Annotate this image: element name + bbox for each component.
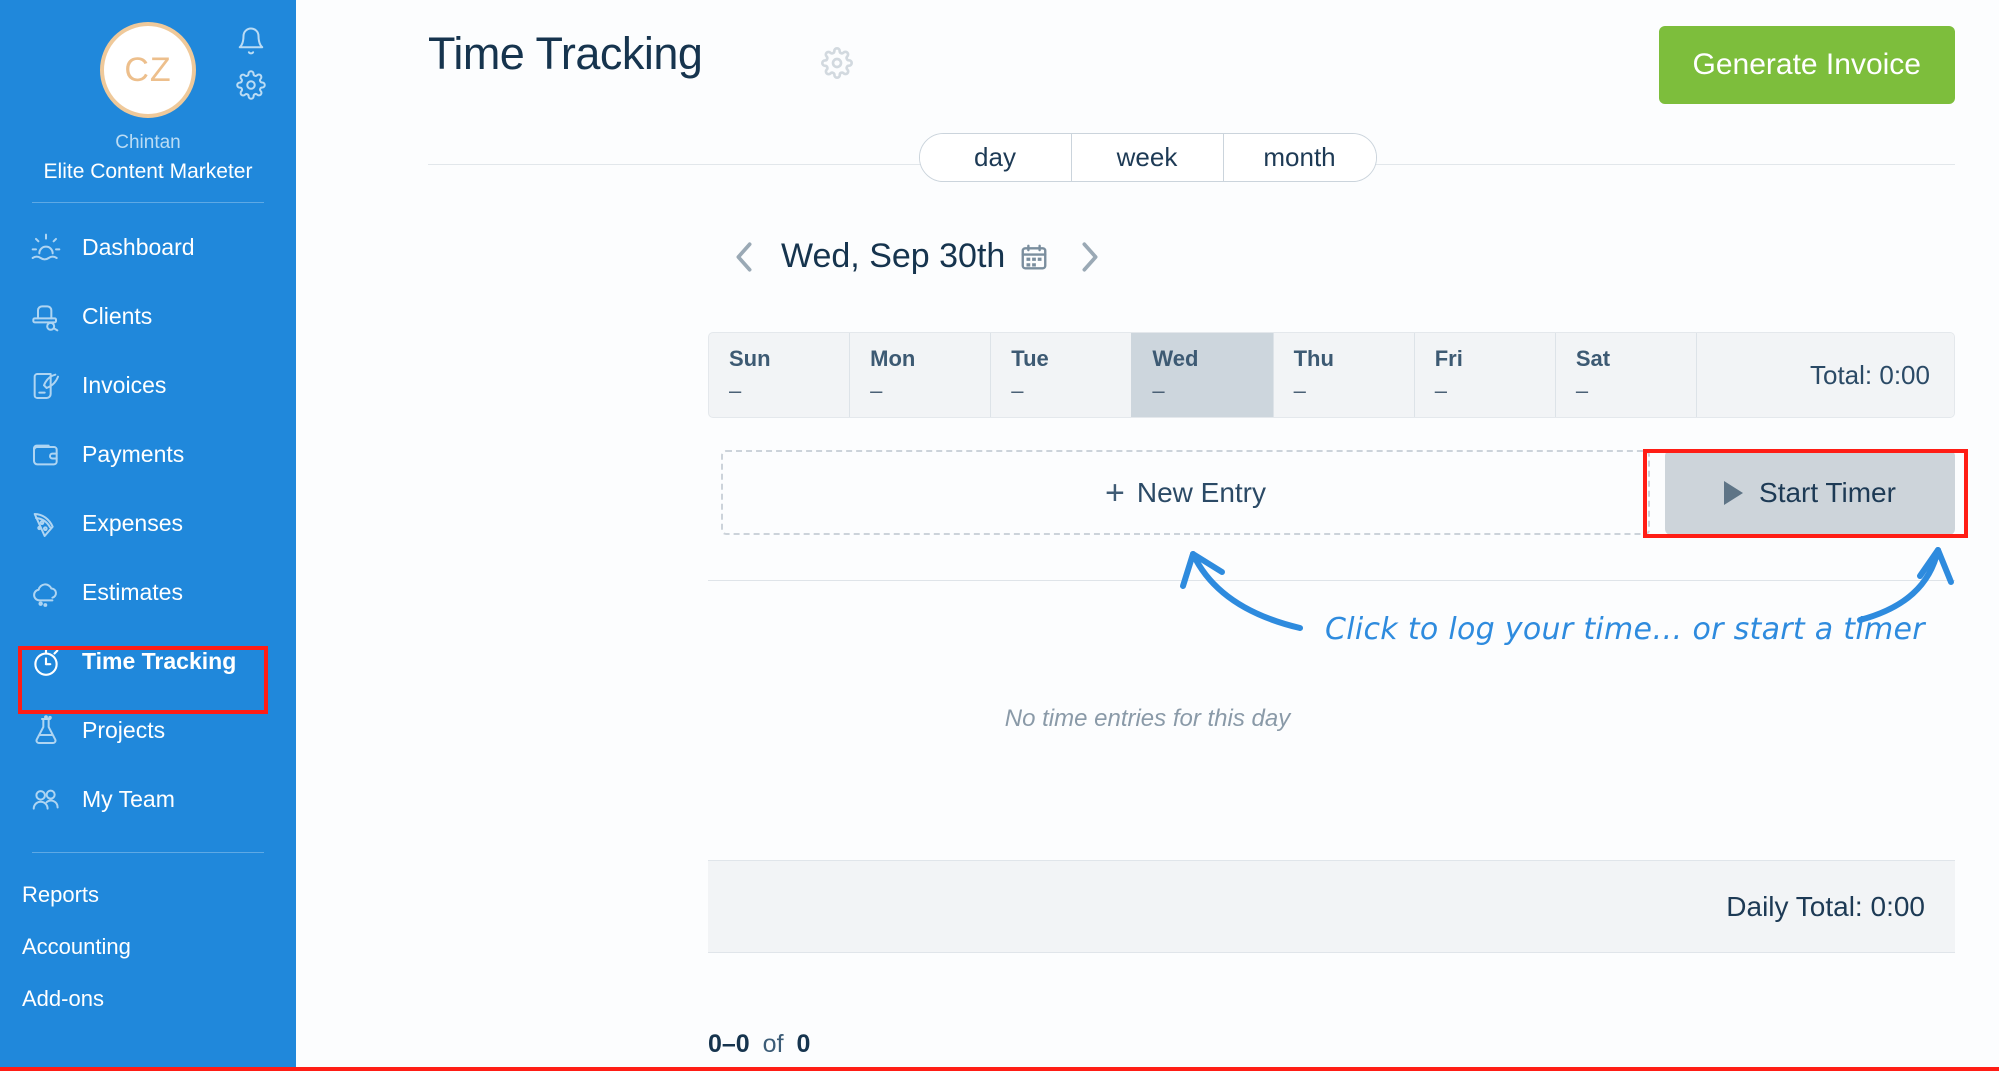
settings-gear-icon[interactable] (236, 70, 266, 100)
week-day-cell[interactable]: Sat – (1554, 333, 1696, 417)
new-entry-label: New Entry (1136, 476, 1266, 508)
wallet-icon (20, 439, 72, 471)
current-date-label: Wed, Sep 30th (781, 237, 1006, 275)
sidebar-item-invoices[interactable]: Invoices (0, 351, 296, 420)
quill-scroll-icon (20, 370, 72, 402)
cloud-icon (20, 577, 72, 609)
week-day-name: Sun (729, 346, 771, 371)
avatar[interactable]: CZ (100, 22, 196, 118)
next-day-button[interactable] (1067, 240, 1113, 274)
week-day-value: – (1152, 378, 1165, 403)
sunrise-icon (20, 232, 72, 264)
sidebar-item-label: Clients (82, 303, 153, 329)
sidebar-nav: Dashboard Clients Invoices Payments Expe… (0, 213, 310, 834)
flask-icon (20, 714, 72, 747)
week-day-value: – (870, 378, 883, 403)
pagination-total: 0 (796, 1030, 811, 1058)
sidebar-item-label: My Team (82, 786, 175, 812)
notifications-bell-icon[interactable] (236, 26, 266, 56)
week-day-name: Sat (1575, 346, 1611, 371)
new-entry-button[interactable]: + New Entry (721, 450, 1650, 535)
date-navigation: Wed, Sep 30th (721, 237, 1113, 276)
sidebar-item-label: Expenses (82, 510, 184, 536)
week-day-cell[interactable]: Mon – (849, 333, 990, 417)
sidebar-item-my-team[interactable]: My Team (0, 765, 296, 834)
sidebar-item-payments[interactable]: Payments (0, 420, 296, 489)
calendar-icon[interactable] (1019, 241, 1049, 273)
sidebar-user-role: Elite Content Marketer (43, 160, 253, 183)
avatar-initials: CZ (124, 50, 172, 89)
week-day-value: – (1434, 378, 1447, 403)
pizza-slice-icon (20, 508, 72, 540)
pagination-range: 0–0 (708, 1030, 750, 1058)
annotation-callout-text: Click to log your time… or start a timer (1325, 612, 1925, 647)
sidebar-item-label: Projects (82, 717, 166, 743)
sidebar-item-label: Payments (82, 441, 185, 467)
daily-total-label: Daily Total: 0:00 (1726, 890, 1925, 922)
view-mode-tabs: day week month (918, 133, 1377, 182)
week-day-name: Tue (1011, 346, 1049, 371)
start-timer-label: Start Timer (1759, 476, 1896, 508)
app-root: CZ Chintan Elite Content Marketer Dashbo… (0, 0, 1999, 1071)
sidebar-item-projects[interactable]: Projects (0, 696, 296, 765)
plus-icon: + (1104, 473, 1125, 512)
week-day-value: – (1575, 378, 1589, 403)
bottom-highlight-bar (0, 1067, 1999, 1071)
sidebar-top-icons (236, 26, 266, 100)
pagination-summary: 0–0 of 0 (708, 1030, 810, 1059)
week-day-cell-selected[interactable]: Wed – (1131, 333, 1273, 417)
tab-week[interactable]: week (1071, 134, 1224, 181)
sidebar-divider-bottom (32, 852, 264, 853)
daily-total-bar: Daily Total: 0:00 (708, 860, 1955, 953)
play-icon (1724, 480, 1744, 505)
stopwatch-icon (20, 645, 72, 679)
week-day-cell[interactable]: Sun – (709, 333, 849, 417)
week-day-value: – (1293, 378, 1306, 403)
empty-state-message: No time entries for this day (1004, 705, 1291, 732)
sidebar-sublinks: Reports Accounting Add-ons (0, 869, 296, 1025)
page-title: Time Tracking (428, 28, 703, 79)
tab-month[interactable]: month (1223, 134, 1376, 181)
sidebar-item-reports[interactable]: Reports (22, 869, 296, 921)
sidebar-user-name: Chintan (115, 132, 181, 153)
sidebar: CZ Chintan Elite Content Marketer Dashbo… (0, 0, 310, 1071)
sidebar-item-label: Invoices (82, 372, 167, 398)
sidebar-item-time-tracking[interactable]: Time Tracking (0, 627, 310, 696)
sidebar-item-label: Estimates (82, 579, 183, 605)
sidebar-item-expenses[interactable]: Expenses (0, 489, 296, 558)
sidebar-item-label: Dashboard (82, 234, 195, 260)
sidebar-item-clients[interactable]: Clients (0, 282, 296, 351)
tab-day[interactable]: day (919, 134, 1072, 181)
week-day-strip: Sun – Mon – Tue – Wed – Thu – Fri – Sat … (708, 332, 1955, 418)
content-divider (708, 580, 1955, 581)
sidebar-item-label: Time Tracking (82, 648, 237, 674)
timer-button-wrap: Start Timer (1650, 450, 1955, 535)
week-day-name: Thu (1293, 346, 1334, 371)
sidebar-item-dashboard[interactable]: Dashboard (0, 213, 296, 282)
week-day-name: Mon (870, 346, 916, 371)
main-content: Time Tracking Generate Invoice day week … (296, 0, 1999, 1071)
page-header: Time Tracking Generate Invoice day week … (296, 0, 1999, 182)
week-day-cell[interactable]: Fri – (1413, 333, 1555, 417)
gear-icon[interactable] (821, 47, 853, 84)
pagination-of-label: of (762, 1030, 784, 1058)
week-day-value: – (729, 378, 742, 403)
week-day-cell[interactable]: Tue – (990, 333, 1131, 417)
generate-invoice-button[interactable]: Generate Invoice (1658, 26, 1955, 104)
week-day-cell[interactable]: Thu – (1272, 333, 1414, 417)
week-day-name: Fri (1434, 346, 1463, 371)
week-day-name: Wed (1152, 346, 1199, 371)
bowler-hat-icon (20, 301, 72, 333)
prev-day-button[interactable] (721, 240, 767, 274)
sidebar-divider-top (32, 202, 264, 203)
sidebar-item-add-ons[interactable]: Add-ons (22, 973, 296, 1025)
entry-actions-row: + New Entry Start Timer (721, 450, 1955, 535)
sidebar-item-accounting[interactable]: Accounting (22, 921, 296, 973)
week-total-label: Total: 0:00 (1695, 333, 1954, 417)
people-icon (20, 784, 72, 816)
week-day-value: – (1011, 378, 1024, 403)
sidebar-item-estimates[interactable]: Estimates (0, 558, 296, 627)
start-timer-button[interactable]: Start Timer (1665, 450, 1955, 535)
sidebar-profile: CZ Chintan Elite Content Marketer (0, 0, 296, 203)
